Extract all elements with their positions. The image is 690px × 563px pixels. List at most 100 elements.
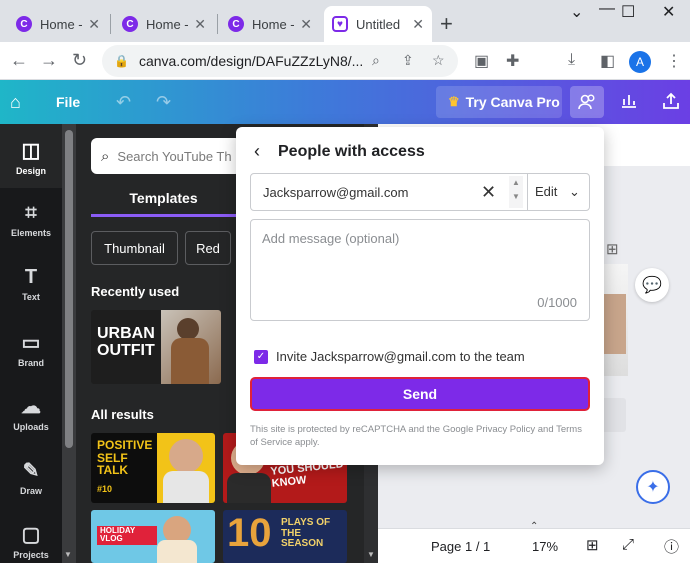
magic-assistant-button[interactable]: ✦: [636, 470, 670, 504]
zoom-level[interactable]: 17%: [532, 539, 558, 554]
page-indicator[interactable]: Page 1 / 1: [431, 539, 490, 554]
tab-label: Home -: [252, 16, 295, 32]
reload-icon[interactable]: ↻: [72, 50, 87, 71]
home-icon[interactable]: ⌂: [10, 92, 21, 113]
recently-used-heading: Recently used: [91, 284, 180, 299]
template-thumb-holiday-vlog[interactable]: HOLIDAY VLOG: [91, 510, 215, 563]
thumb-title: HOLIDAY VLOG: [97, 526, 157, 545]
fullscreen-icon[interactable]: ⤢: [622, 536, 634, 553]
popup-title: People with access: [278, 143, 425, 160]
rail-item-draw[interactable]: ✎ Draw: [0, 458, 62, 496]
email-value: Jacksparrow@gmail.com: [263, 185, 409, 200]
text-icon: T: [24, 266, 38, 288]
checkmark-icon[interactable]: ✓: [254, 349, 268, 364]
share-people-button[interactable]: [570, 86, 604, 118]
template-thumb-plays-of-season[interactable]: 10 PLAYS OF THE SEASON: [223, 510, 347, 563]
tab-label: Home -: [40, 16, 83, 32]
try-canva-pro-button[interactable]: ♛ Try Canva Pro: [436, 86, 562, 118]
email-field[interactable]: Jacksparrow@gmail.com ✕ ▲ ▼ Edit ⌄: [250, 173, 590, 211]
undo-icon[interactable]: ↶: [116, 92, 131, 113]
thumb-title: POSITIVE SELF TALK: [97, 438, 153, 478]
share-popup: ‹ People with access Jacksparrow@gmail.c…: [236, 127, 604, 465]
url-bar[interactable]: 🔒 canva.com/design/DAFuZZzLyN8/... ⌕ ⇪ ☆: [102, 45, 458, 77]
send-button[interactable]: Send: [250, 377, 590, 411]
close-tab-icon[interactable]: ✕: [88, 16, 100, 33]
chevron-up-icon[interactable]: ⌃: [530, 521, 538, 532]
invite-label: Invite Jacksparrow@gmail.com to the team: [276, 349, 525, 364]
heart-favicon-icon: ♥: [332, 16, 348, 32]
elements-icon: ⌗: [25, 202, 37, 224]
rail-item-design[interactable]: ◫ Design: [0, 124, 62, 188]
download-icon[interactable]: ⤓: [568, 51, 575, 69]
clear-email-icon[interactable]: ✕: [481, 182, 496, 203]
screenshot-icon[interactable]: ▣: [474, 51, 489, 71]
rail-item-elements[interactable]: ⌗ Elements: [0, 202, 62, 238]
rail-label: Brand: [17, 358, 44, 368]
url-text: canva.com/design/DAFuZZzLyN8/...: [138, 53, 364, 69]
close-tab-icon[interactable]: ✕: [300, 16, 312, 33]
rail-item-uploads[interactable]: ☁ Uploads: [0, 394, 62, 432]
bookmark-star-icon[interactable]: ☆: [432, 52, 445, 69]
profile-avatar[interactable]: A: [629, 51, 651, 73]
file-menu-button[interactable]: File: [56, 94, 80, 110]
scroll-down-arrow-icon[interactable]: ▼: [367, 550, 375, 559]
search-input[interactable]: ⌕ Search YouTube Th: [91, 138, 241, 174]
back-arrow-icon[interactable]: ←: [10, 50, 28, 71]
help-icon[interactable]: ⓘ: [664, 536, 679, 557]
rail-scrollbar[interactable]: ▼: [62, 124, 76, 563]
chevron-down-icon[interactable]: ⌄: [570, 2, 583, 22]
grid-view-icon[interactable]: ⊞: [586, 536, 599, 554]
scrollbar-thumb[interactable]: [65, 130, 73, 448]
thumb-number: #10: [97, 484, 113, 494]
rail-label: Uploads: [13, 422, 49, 432]
rail-item-text[interactable]: T Text: [0, 266, 62, 302]
browser-tab-3[interactable]: C Home - ✕: [220, 6, 320, 42]
insights-chart-icon[interactable]: [620, 92, 638, 113]
email-scroll-stepper[interactable]: ▲ ▼: [509, 176, 523, 208]
pen-icon: ✎: [22, 460, 40, 482]
share-page-icon[interactable]: ⇪: [402, 52, 414, 69]
invite-checkbox-row[interactable]: ✓ Invite Jacksparrow@gmail.com to the te…: [254, 349, 525, 364]
back-chevron-icon[interactable]: ‹: [254, 141, 260, 162]
template-thumb-positive-self-talk[interactable]: POSITIVE SELF TALK #10: [91, 433, 215, 503]
add-page-icon[interactable]: ⊞: [606, 240, 619, 258]
close-tab-icon[interactable]: ✕: [412, 16, 424, 33]
redo-icon[interactable]: ↷: [156, 92, 171, 113]
search-icon: ⌕: [101, 147, 110, 165]
left-rail: ◫ Design ⌗ Elements T Text ▭ Brand ☁ Upl…: [0, 124, 62, 563]
sparkle-icon: ✦: [646, 479, 660, 496]
scroll-down-arrow-icon[interactable]: ▼: [64, 550, 72, 559]
new-tab-button[interactable]: +: [440, 11, 453, 37]
canva-favicon-icon: C: [228, 16, 244, 32]
browser-tab-2[interactable]: C Home - ✕: [114, 6, 214, 42]
zoom-icon[interactable]: ⌕: [372, 52, 380, 69]
cloud-upload-icon: ☁: [21, 396, 41, 418]
minimize-icon[interactable]: —: [599, 0, 615, 18]
all-results-heading: All results: [91, 407, 154, 422]
template-thumb-urban-outfit[interactable]: URBAN OUTFIT: [91, 310, 221, 384]
thumb-title: URBAN OUTFIT: [97, 325, 155, 359]
upload-share-icon[interactable]: [662, 92, 680, 115]
rail-item-projects[interactable]: ▢ Projects: [0, 522, 62, 560]
extensions-icon[interactable]: ✚: [506, 51, 519, 71]
permission-dropdown[interactable]: Edit ⌄: [535, 184, 580, 200]
tab-templates[interactable]: Templates: [91, 186, 236, 217]
comment-button[interactable]: 💬: [635, 268, 669, 302]
chip-thumbnail[interactable]: Thumbnail: [91, 231, 178, 265]
close-tab-icon[interactable]: ✕: [194, 16, 206, 33]
browser-tab-1[interactable]: C Home - ✕: [8, 6, 108, 42]
browser-tab-active[interactable]: ♥ Untitled ✕: [324, 6, 432, 42]
forward-arrow-icon[interactable]: →: [40, 50, 58, 71]
side-panel-icon[interactable]: ◧: [600, 51, 615, 71]
bottom-bar: ⌃ Page 1 / 1 17% ⊞ ⤢ ⓘ: [378, 521, 690, 563]
kebab-menu-icon[interactable]: ⋮: [666, 51, 682, 71]
chip-red[interactable]: Red: [185, 231, 231, 265]
canva-favicon-icon: C: [122, 16, 138, 32]
maximize-icon[interactable]: ☐: [621, 2, 635, 22]
thumb-title: PLAYS OF THE SEASON: [281, 517, 331, 549]
close-window-icon[interactable]: ✕: [662, 2, 675, 22]
rail-item-brand[interactable]: ▭ Brand: [0, 330, 62, 368]
message-textarea[interactable]: Add message (optional) 0/1000: [250, 219, 590, 321]
message-placeholder: Add message (optional): [262, 231, 400, 246]
canva-favicon-icon: C: [16, 16, 32, 32]
